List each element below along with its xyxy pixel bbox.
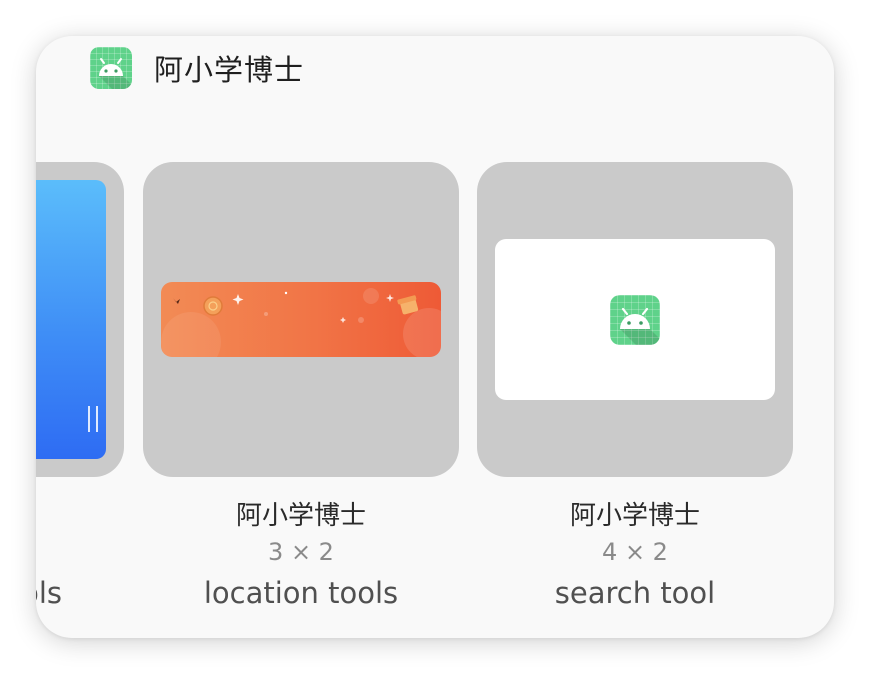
- android-robot-icon: [610, 295, 660, 345]
- android-robot-icon: [90, 47, 132, 89]
- widget-description: location tools: [203, 576, 399, 610]
- widget-card-search-tool[interactable]: [477, 162, 793, 477]
- widget-description: search tool: [554, 576, 716, 610]
- widget-card-location-tools[interactable]: [143, 162, 459, 477]
- widget-preview-blue: [36, 180, 106, 459]
- widget-caption-location-tools: 阿小学博士 3 × 2 location tools: [143, 497, 459, 615]
- widget-app-name: 阿小学博士: [569, 501, 700, 531]
- preview-glyph: [88, 406, 98, 432]
- app-title: 阿小学博士: [154, 53, 305, 87]
- widget-description: ols: [36, 576, 62, 610]
- widget-app-name: 阿小学博士: [235, 501, 366, 531]
- widget-size: 3 × 2: [268, 538, 334, 566]
- widget-preview-orange-banner: [161, 282, 441, 357]
- app-header: 阿小学博士: [90, 46, 304, 90]
- widget-caption-search-tool: 阿小学博士 4 × 2 search tool: [477, 497, 793, 615]
- widget-picker-sheet: 阿小学博士 ls 阿小学博士 3 × 2 location tools 阿小学博…: [36, 36, 834, 638]
- widget-preview-white: [495, 239, 775, 400]
- widget-size: 4 × 2: [602, 538, 668, 566]
- widget-card-1[interactable]: [36, 162, 124, 477]
- widget-caption-1: ols: [36, 497, 62, 615]
